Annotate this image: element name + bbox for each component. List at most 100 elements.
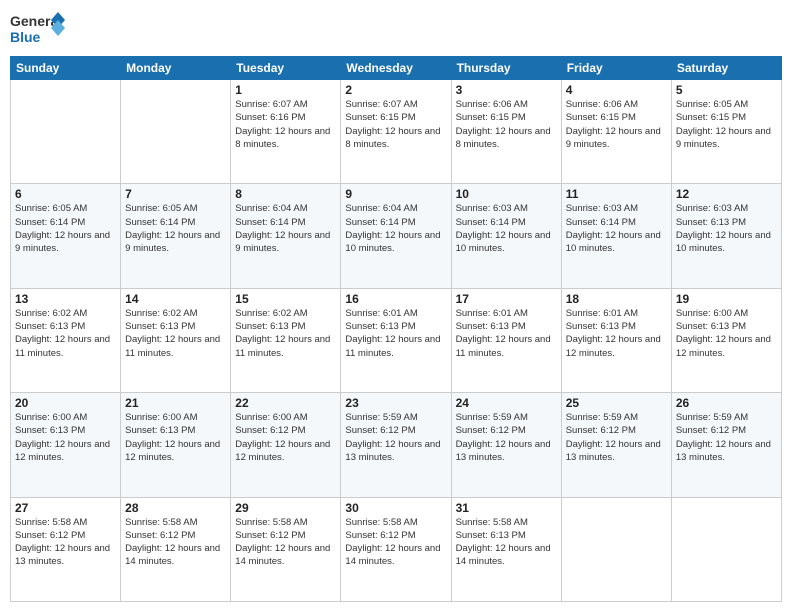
day-number: 12	[676, 187, 777, 201]
day-info: Sunrise: 5:59 AM Sunset: 6:12 PM Dayligh…	[566, 411, 667, 464]
day-cell: 2Sunrise: 6:07 AM Sunset: 6:15 PM Daylig…	[341, 80, 451, 184]
day-number: 1	[235, 83, 336, 97]
page: General Blue SundayMondayTuesdayWednesda…	[0, 0, 792, 612]
col-header-sunday: Sunday	[11, 57, 121, 80]
day-info: Sunrise: 5:58 AM Sunset: 6:12 PM Dayligh…	[125, 516, 226, 569]
day-number: 9	[345, 187, 446, 201]
day-cell: 30Sunrise: 5:58 AM Sunset: 6:12 PM Dayli…	[341, 497, 451, 601]
col-header-friday: Friday	[561, 57, 671, 80]
day-cell: 11Sunrise: 6:03 AM Sunset: 6:14 PM Dayli…	[561, 184, 671, 288]
day-number: 11	[566, 187, 667, 201]
week-row-3: 13Sunrise: 6:02 AM Sunset: 6:13 PM Dayli…	[11, 288, 782, 392]
week-row-5: 27Sunrise: 5:58 AM Sunset: 6:12 PM Dayli…	[11, 497, 782, 601]
day-number: 30	[345, 501, 446, 515]
day-number: 19	[676, 292, 777, 306]
day-info: Sunrise: 5:58 AM Sunset: 6:12 PM Dayligh…	[345, 516, 446, 569]
day-number: 13	[15, 292, 116, 306]
day-cell: 25Sunrise: 5:59 AM Sunset: 6:12 PM Dayli…	[561, 393, 671, 497]
day-number: 16	[345, 292, 446, 306]
day-cell: 4Sunrise: 6:06 AM Sunset: 6:15 PM Daylig…	[561, 80, 671, 184]
day-cell: 19Sunrise: 6:00 AM Sunset: 6:13 PM Dayli…	[671, 288, 781, 392]
day-number: 23	[345, 396, 446, 410]
day-cell: 29Sunrise: 5:58 AM Sunset: 6:12 PM Dayli…	[231, 497, 341, 601]
day-info: Sunrise: 6:05 AM Sunset: 6:15 PM Dayligh…	[676, 98, 777, 151]
day-cell: 22Sunrise: 6:00 AM Sunset: 6:12 PM Dayli…	[231, 393, 341, 497]
day-cell: 10Sunrise: 6:03 AM Sunset: 6:14 PM Dayli…	[451, 184, 561, 288]
day-cell: 12Sunrise: 6:03 AM Sunset: 6:13 PM Dayli…	[671, 184, 781, 288]
day-info: Sunrise: 6:01 AM Sunset: 6:13 PM Dayligh…	[456, 307, 557, 360]
day-cell: 24Sunrise: 5:59 AM Sunset: 6:12 PM Dayli…	[451, 393, 561, 497]
calendar-header-row: SundayMondayTuesdayWednesdayThursdayFrid…	[11, 57, 782, 80]
day-cell: 6Sunrise: 6:05 AM Sunset: 6:14 PM Daylig…	[11, 184, 121, 288]
logo: General Blue	[10, 10, 65, 48]
day-info: Sunrise: 5:59 AM Sunset: 6:12 PM Dayligh…	[345, 411, 446, 464]
day-info: Sunrise: 6:06 AM Sunset: 6:15 PM Dayligh…	[456, 98, 557, 151]
day-number: 24	[456, 396, 557, 410]
day-cell: 13Sunrise: 6:02 AM Sunset: 6:13 PM Dayli…	[11, 288, 121, 392]
day-number: 3	[456, 83, 557, 97]
day-info: Sunrise: 6:05 AM Sunset: 6:14 PM Dayligh…	[125, 202, 226, 255]
day-cell	[121, 80, 231, 184]
week-row-2: 6Sunrise: 6:05 AM Sunset: 6:14 PM Daylig…	[11, 184, 782, 288]
day-info: Sunrise: 6:03 AM Sunset: 6:13 PM Dayligh…	[676, 202, 777, 255]
day-info: Sunrise: 5:58 AM Sunset: 6:12 PM Dayligh…	[15, 516, 116, 569]
day-cell: 14Sunrise: 6:02 AM Sunset: 6:13 PM Dayli…	[121, 288, 231, 392]
day-number: 20	[15, 396, 116, 410]
day-cell: 23Sunrise: 5:59 AM Sunset: 6:12 PM Dayli…	[341, 393, 451, 497]
day-info: Sunrise: 5:58 AM Sunset: 6:12 PM Dayligh…	[235, 516, 336, 569]
day-cell: 16Sunrise: 6:01 AM Sunset: 6:13 PM Dayli…	[341, 288, 451, 392]
day-number: 5	[676, 83, 777, 97]
day-info: Sunrise: 6:00 AM Sunset: 6:13 PM Dayligh…	[676, 307, 777, 360]
day-cell: 3Sunrise: 6:06 AM Sunset: 6:15 PM Daylig…	[451, 80, 561, 184]
day-cell: 15Sunrise: 6:02 AM Sunset: 6:13 PM Dayli…	[231, 288, 341, 392]
day-number: 28	[125, 501, 226, 515]
day-info: Sunrise: 6:07 AM Sunset: 6:16 PM Dayligh…	[235, 98, 336, 151]
day-number: 26	[676, 396, 777, 410]
day-cell: 20Sunrise: 6:00 AM Sunset: 6:13 PM Dayli…	[11, 393, 121, 497]
day-cell: 26Sunrise: 5:59 AM Sunset: 6:12 PM Dayli…	[671, 393, 781, 497]
logo-svg: General Blue	[10, 10, 65, 48]
day-number: 14	[125, 292, 226, 306]
col-header-thursday: Thursday	[451, 57, 561, 80]
day-info: Sunrise: 6:03 AM Sunset: 6:14 PM Dayligh…	[456, 202, 557, 255]
day-info: Sunrise: 6:01 AM Sunset: 6:13 PM Dayligh…	[345, 307, 446, 360]
day-info: Sunrise: 6:00 AM Sunset: 6:13 PM Dayligh…	[125, 411, 226, 464]
day-info: Sunrise: 6:05 AM Sunset: 6:14 PM Dayligh…	[15, 202, 116, 255]
header: General Blue	[10, 10, 782, 48]
day-cell: 21Sunrise: 6:00 AM Sunset: 6:13 PM Dayli…	[121, 393, 231, 497]
day-number: 10	[456, 187, 557, 201]
week-row-4: 20Sunrise: 6:00 AM Sunset: 6:13 PM Dayli…	[11, 393, 782, 497]
col-header-wednesday: Wednesday	[341, 57, 451, 80]
day-cell: 18Sunrise: 6:01 AM Sunset: 6:13 PM Dayli…	[561, 288, 671, 392]
day-cell: 1Sunrise: 6:07 AM Sunset: 6:16 PM Daylig…	[231, 80, 341, 184]
day-number: 8	[235, 187, 336, 201]
day-info: Sunrise: 5:59 AM Sunset: 6:12 PM Dayligh…	[676, 411, 777, 464]
day-number: 22	[235, 396, 336, 410]
day-info: Sunrise: 5:59 AM Sunset: 6:12 PM Dayligh…	[456, 411, 557, 464]
day-number: 6	[15, 187, 116, 201]
day-info: Sunrise: 6:04 AM Sunset: 6:14 PM Dayligh…	[235, 202, 336, 255]
day-cell: 8Sunrise: 6:04 AM Sunset: 6:14 PM Daylig…	[231, 184, 341, 288]
day-info: Sunrise: 6:00 AM Sunset: 6:12 PM Dayligh…	[235, 411, 336, 464]
day-cell	[671, 497, 781, 601]
day-number: 25	[566, 396, 667, 410]
day-cell: 27Sunrise: 5:58 AM Sunset: 6:12 PM Dayli…	[11, 497, 121, 601]
col-header-tuesday: Tuesday	[231, 57, 341, 80]
day-info: Sunrise: 6:00 AM Sunset: 6:13 PM Dayligh…	[15, 411, 116, 464]
day-cell	[561, 497, 671, 601]
day-number: 29	[235, 501, 336, 515]
day-cell	[11, 80, 121, 184]
day-number: 18	[566, 292, 667, 306]
day-number: 31	[456, 501, 557, 515]
day-info: Sunrise: 6:02 AM Sunset: 6:13 PM Dayligh…	[235, 307, 336, 360]
col-header-monday: Monday	[121, 57, 231, 80]
svg-text:Blue: Blue	[10, 29, 41, 45]
day-number: 2	[345, 83, 446, 97]
day-info: Sunrise: 6:04 AM Sunset: 6:14 PM Dayligh…	[345, 202, 446, 255]
day-number: 21	[125, 396, 226, 410]
calendar-table: SundayMondayTuesdayWednesdayThursdayFrid…	[10, 56, 782, 602]
day-info: Sunrise: 6:02 AM Sunset: 6:13 PM Dayligh…	[15, 307, 116, 360]
day-info: Sunrise: 6:03 AM Sunset: 6:14 PM Dayligh…	[566, 202, 667, 255]
day-number: 17	[456, 292, 557, 306]
day-info: Sunrise: 5:58 AM Sunset: 6:13 PM Dayligh…	[456, 516, 557, 569]
